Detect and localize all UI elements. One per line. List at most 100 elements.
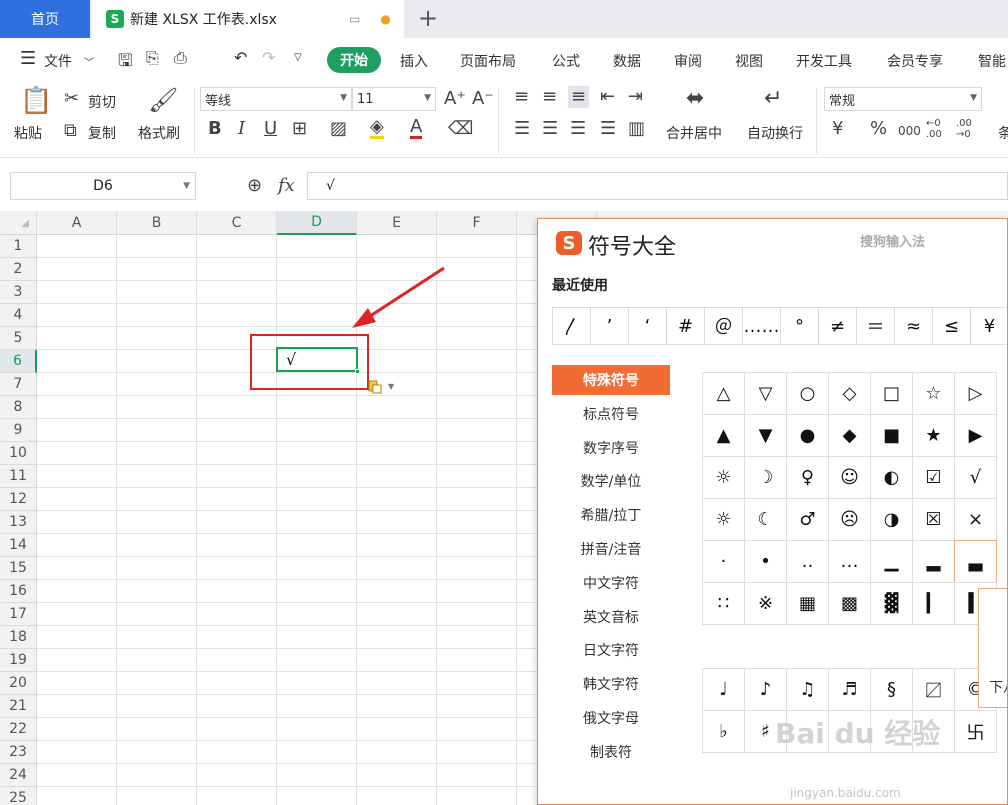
symbol-cell[interactable]: ▽	[744, 372, 787, 415]
row-header[interactable]: 25	[0, 787, 37, 805]
recent-symbol[interactable]: ＝	[856, 307, 895, 345]
symbol-cell[interactable]: ▦	[786, 582, 829, 625]
wrap-text-button[interactable]: 自动换行	[747, 123, 803, 143]
row-header[interactable]: 12	[0, 488, 37, 511]
row-header[interactable]: 15	[0, 557, 37, 580]
recent-symbol[interactable]: ’	[590, 307, 629, 345]
symbol-cell[interactable]: §	[870, 668, 913, 711]
symbol-cell[interactable]: √	[954, 456, 997, 499]
font-name-select[interactable]: 等线 ▼	[200, 87, 352, 111]
print-icon[interactable]: ⎙	[174, 48, 187, 68]
symbol-cell[interactable]: ●	[786, 414, 829, 457]
increase-decimal-button[interactable]: ←0 .00	[926, 118, 950, 140]
recent-symbol[interactable]: ＠	[704, 307, 743, 345]
distribute-icon[interactable]: ▥	[628, 120, 645, 138]
menu-start[interactable]: 开始	[327, 47, 381, 73]
recent-symbol[interactable]: ≈	[894, 307, 933, 345]
new-tab-button[interactable]: +	[414, 4, 442, 32]
chevron-down-icon[interactable]: ▼	[388, 382, 394, 391]
tab-home[interactable]: 首页	[0, 0, 90, 38]
category-item[interactable]: 数字序号	[552, 433, 670, 463]
symbol-cell[interactable]: 卐	[954, 710, 997, 753]
category-item[interactable]: 日文字符	[552, 635, 670, 665]
function-icon[interactable]: fx	[278, 175, 295, 196]
symbol-cell[interactable]: ▷	[954, 372, 997, 415]
symbol-cell[interactable]: ◆	[828, 414, 871, 457]
symbol-cell[interactable]: □	[870, 372, 913, 415]
category-item[interactable]: 俄文字母	[552, 703, 670, 733]
menu-file[interactable]: 文件	[44, 51, 72, 71]
menu-data[interactable]: 数据	[613, 51, 641, 71]
symbol-cell[interactable]: ☽	[744, 456, 787, 499]
row-header[interactable]: 1	[0, 235, 37, 258]
category-item[interactable]: 特殊符号	[552, 365, 670, 395]
symbol-cell[interactable]: ‥	[786, 540, 829, 583]
symbol-cell[interactable]: ▶	[954, 414, 997, 457]
symbol-cell[interactable]: ♪	[744, 668, 787, 711]
row-header[interactable]: 22	[0, 718, 37, 741]
symbol-cell[interactable]: ▃	[954, 540, 997, 583]
symbol-cell[interactable]: ∷	[702, 582, 745, 625]
cell-style-icon[interactable]: ▨	[330, 120, 347, 138]
symbol-cell[interactable]: ※	[744, 582, 787, 625]
quick-access-more-icon[interactable]: ▽	[294, 52, 302, 63]
align-top-icon[interactable]: ≡	[514, 88, 529, 106]
italic-icon[interactable]: I	[238, 120, 245, 138]
align-right-icon[interactable]: ☰	[570, 120, 586, 138]
symbol-cell[interactable]: ◇	[828, 372, 871, 415]
symbol-cell[interactable]: ·	[702, 540, 745, 583]
copy-button[interactable]: 复制	[88, 123, 116, 143]
percent-button[interactable]: %	[870, 120, 887, 138]
menu-member[interactable]: 会员专享	[887, 51, 943, 71]
symbol-cell[interactable]: ▁	[870, 540, 913, 583]
zoom-search-icon[interactable]: ⊕	[247, 175, 262, 196]
select-all-corner[interactable]: ◢	[0, 211, 37, 235]
align-left-icon[interactable]: ☰	[514, 120, 530, 138]
save-icon[interactable]: 🖫	[118, 48, 132, 77]
row-header[interactable]: 18	[0, 626, 37, 649]
redo-icon[interactable]: ↷	[262, 48, 275, 67]
copy-icon[interactable]: ⧉	[64, 122, 77, 140]
justify-icon[interactable]: ☰	[600, 120, 616, 138]
format-painter-button[interactable]: 格式刷	[138, 123, 180, 143]
number-format-select[interactable]: 常规 ▼	[824, 87, 982, 111]
tab-file[interactable]: S 新建 XLSX 工作表.xlsx ▭ ●	[92, 0, 404, 38]
symbol-cell[interactable]: ☒	[912, 498, 955, 541]
row-header[interactable]: 23	[0, 741, 37, 764]
row-header[interactable]: 8	[0, 396, 37, 419]
row-header[interactable]: 14	[0, 534, 37, 557]
symbol-cell[interactable]: ▩	[828, 582, 871, 625]
category-item[interactable]: 数学/单位	[552, 466, 670, 496]
paste-button[interactable]: 粘贴	[14, 123, 42, 143]
menu-developer[interactable]: 开发工具	[796, 51, 852, 71]
symbol-cell[interactable]: ♬	[828, 668, 871, 711]
conditional-format-button[interactable]: 条	[998, 123, 1008, 143]
row-header[interactable]: 3	[0, 281, 37, 304]
row-header[interactable]: 24	[0, 764, 37, 787]
symbol-cell[interactable]: ☺	[828, 456, 871, 499]
symbol-cell[interactable]: ×	[954, 498, 997, 541]
indent-decrease-icon[interactable]: ⇤	[600, 88, 615, 106]
category-item[interactable]: 中文字符	[552, 568, 670, 598]
menu-smart[interactable]: 智能	[978, 51, 1006, 71]
eraser-icon[interactable]: ⌫	[448, 120, 473, 138]
symbol-cell[interactable]: △	[702, 372, 745, 415]
category-item[interactable]: 希腊/拉丁	[552, 500, 670, 530]
row-header[interactable]: 2	[0, 258, 37, 281]
increase-font-icon[interactable]: A⁺	[444, 90, 466, 108]
symbol-cell[interactable]: ♀	[786, 456, 829, 499]
menu-review[interactable]: 审阅	[674, 51, 702, 71]
category-item[interactable]: 英文音标	[552, 602, 670, 632]
symbol-cell[interactable]: ◐	[870, 456, 913, 499]
font-size-select[interactable]: 11 ▼	[352, 87, 436, 111]
scissors-icon[interactable]: ✂	[64, 90, 79, 108]
symbol-cell[interactable]: ▓	[870, 582, 913, 625]
align-middle-icon[interactable]: ≡	[542, 88, 557, 106]
menu-view[interactable]: 视图	[735, 51, 763, 71]
column-header[interactable]: A	[37, 211, 117, 235]
underline-icon[interactable]: U	[264, 120, 277, 138]
cut-button[interactable]: 剪切	[88, 92, 116, 112]
monitor-icon[interactable]: ▭	[349, 12, 360, 26]
column-header[interactable]: F	[437, 211, 517, 235]
symbol-cell[interactable]: ☼	[702, 456, 745, 499]
